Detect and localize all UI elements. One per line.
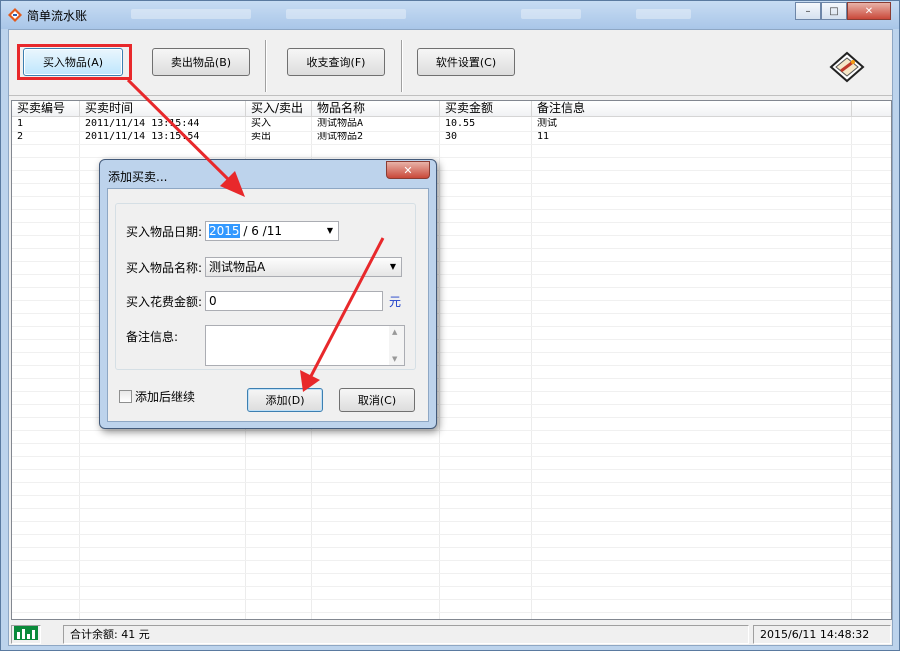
date-picker[interactable]: 2015 / 6 /11 ▼ bbox=[205, 221, 339, 241]
toolbar: 买入物品(A) 卖出物品(B) 收支查询(F) 软件设置(C) bbox=[9, 30, 892, 96]
column-header-time[interactable]: 买卖时间 bbox=[80, 101, 246, 117]
grid-line bbox=[12, 443, 891, 444]
note-scrollbar[interactable]: ▲ ▼ bbox=[389, 326, 404, 365]
status-icon-panel bbox=[11, 625, 41, 644]
date-year-selected: 2015 bbox=[209, 224, 240, 238]
app-logo-icon bbox=[8, 8, 22, 22]
query-button[interactable]: 收支查询(F) bbox=[287, 48, 385, 76]
grid-line bbox=[12, 456, 891, 457]
close-button[interactable]: ✕ bbox=[847, 2, 891, 20]
grid-line bbox=[79, 117, 80, 619]
amount-unit: 元 bbox=[389, 295, 402, 309]
grid-line bbox=[12, 534, 891, 535]
grid-line bbox=[12, 599, 891, 600]
table-row[interactable]: 2 2011/11/14 13:15:54 卖出 测试物品2 30 11 bbox=[12, 131, 891, 144]
amount-label: 买入花费金额: bbox=[126, 295, 203, 309]
cell-item: 测试物品2 bbox=[317, 131, 364, 142]
cell-id: 1 bbox=[17, 118, 24, 129]
grid-line bbox=[12, 157, 891, 158]
blurred-background bbox=[286, 9, 406, 19]
maximize-button[interactable]: □ bbox=[821, 2, 847, 20]
grid-line bbox=[12, 430, 891, 431]
grid-line bbox=[12, 573, 891, 574]
date-label: 买入物品日期: bbox=[126, 225, 203, 239]
continue-checkbox[interactable] bbox=[119, 390, 132, 403]
blurred-background bbox=[636, 9, 691, 19]
dialog-close-button[interactable]: ✕ bbox=[386, 161, 430, 179]
sell-item-button[interactable]: 卖出物品(B) bbox=[152, 48, 250, 76]
caption-buttons: – □ ✕ bbox=[795, 2, 891, 20]
column-header-amount[interactable]: 买卖金额 bbox=[440, 101, 532, 117]
dialog-title: 添加买卖... bbox=[108, 170, 168, 184]
toolbar-separator bbox=[401, 40, 403, 92]
cell-note: 11 bbox=[537, 131, 550, 142]
title-bar[interactable]: 简单流水账 – □ ✕ bbox=[1, 1, 899, 29]
date-rest: / 6 /11 bbox=[243, 224, 282, 238]
dropdown-arrow-icon[interactable]: ▼ bbox=[385, 258, 401, 276]
minimize-button[interactable]: – bbox=[795, 2, 821, 20]
scroll-down-icon[interactable]: ▼ bbox=[392, 355, 397, 363]
cell-id: 2 bbox=[17, 131, 24, 142]
grid-line bbox=[12, 482, 891, 483]
cell-time: 2011/11/14 13:15:54 bbox=[85, 131, 200, 142]
cancel-button[interactable]: 取消(C) bbox=[339, 388, 415, 412]
status-datetime: 2015/6/11 14:48:32 bbox=[753, 625, 891, 644]
column-header-type[interactable]: 买入/卖出 bbox=[246, 101, 312, 117]
column-header-item[interactable]: 物品名称 bbox=[312, 101, 440, 117]
window-title: 简单流水账 bbox=[27, 9, 88, 23]
cell-time: 2011/11/14 13:15:44 bbox=[85, 118, 200, 129]
grid-line bbox=[439, 117, 440, 619]
status-total: 合计余额: 41 元 bbox=[63, 625, 749, 644]
grid-line bbox=[12, 144, 891, 145]
toolbar-separator bbox=[265, 40, 267, 92]
grid-line bbox=[851, 117, 852, 619]
settings-button[interactable]: 软件设置(C) bbox=[417, 48, 515, 76]
column-header-id[interactable]: 买卖编号 bbox=[12, 101, 80, 117]
chart-icon bbox=[14, 626, 38, 640]
grid-line bbox=[12, 521, 891, 522]
buy-item-button[interactable]: 买入物品(A) bbox=[23, 48, 123, 76]
status-bar: 合计余额: 41 元 2015/6/11 14:48:32 bbox=[9, 623, 892, 645]
item-name-label: 买入物品名称: bbox=[126, 261, 203, 275]
grid-line bbox=[531, 117, 532, 619]
column-header-note[interactable]: 备注信息 bbox=[532, 101, 852, 117]
scroll-up-icon[interactable]: ▲ bbox=[392, 328, 397, 336]
dropdown-arrow-icon[interactable]: ▼ bbox=[322, 222, 338, 240]
item-name-value: 测试物品A bbox=[209, 260, 266, 274]
grid-line bbox=[12, 508, 891, 509]
cell-amount: 10.55 bbox=[445, 118, 476, 129]
note-label: 备注信息: bbox=[126, 330, 179, 344]
note-textarea[interactable]: ▲ ▼ bbox=[205, 325, 405, 366]
cell-type: 卖出 bbox=[251, 131, 271, 142]
continue-checkbox-row[interactable]: 添加后继续 bbox=[119, 388, 195, 405]
list-header: 买卖编号 买卖时间 买入/卖出 物品名称 买卖金额 备注信息 bbox=[12, 101, 891, 117]
cell-item: 测试物品A bbox=[317, 118, 364, 129]
grid-line bbox=[12, 612, 891, 613]
form-group: 买入物品日期: 2015 / 6 /11 ▼ 买入物品名称: 测试物品A ▼ 买… bbox=[115, 203, 416, 370]
continue-label: 添加后继续 bbox=[135, 390, 196, 404]
cell-amount: 30 bbox=[445, 131, 458, 142]
add-transaction-dialog: 添加买卖... ✕ 买入物品日期: 2015 / 6 /11 ▼ 买入物品名称:… bbox=[99, 159, 437, 429]
blurred-background bbox=[131, 9, 251, 19]
table-row[interactable]: 1 2011/11/14 13:15:44 买入 测试物品A 10.55 测试 bbox=[12, 118, 891, 131]
cell-type: 买入 bbox=[251, 118, 271, 129]
grid-line bbox=[12, 469, 891, 470]
add-button[interactable]: 添加(D) bbox=[247, 388, 323, 412]
blurred-background bbox=[521, 9, 581, 19]
amount-input[interactable]: 0 bbox=[205, 291, 383, 311]
grid-line bbox=[12, 131, 891, 132]
grid-line bbox=[12, 547, 891, 548]
dialog-body: 买入物品日期: 2015 / 6 /11 ▼ 买入物品名称: 测试物品A ▼ 买… bbox=[107, 188, 429, 422]
grid-line bbox=[12, 586, 891, 587]
grid-line bbox=[12, 560, 891, 561]
grid-line bbox=[12, 495, 891, 496]
cell-note: 测试 bbox=[537, 118, 557, 129]
notebook-pen-icon bbox=[829, 51, 865, 83]
item-name-combo[interactable]: 测试物品A ▼ bbox=[205, 257, 402, 277]
